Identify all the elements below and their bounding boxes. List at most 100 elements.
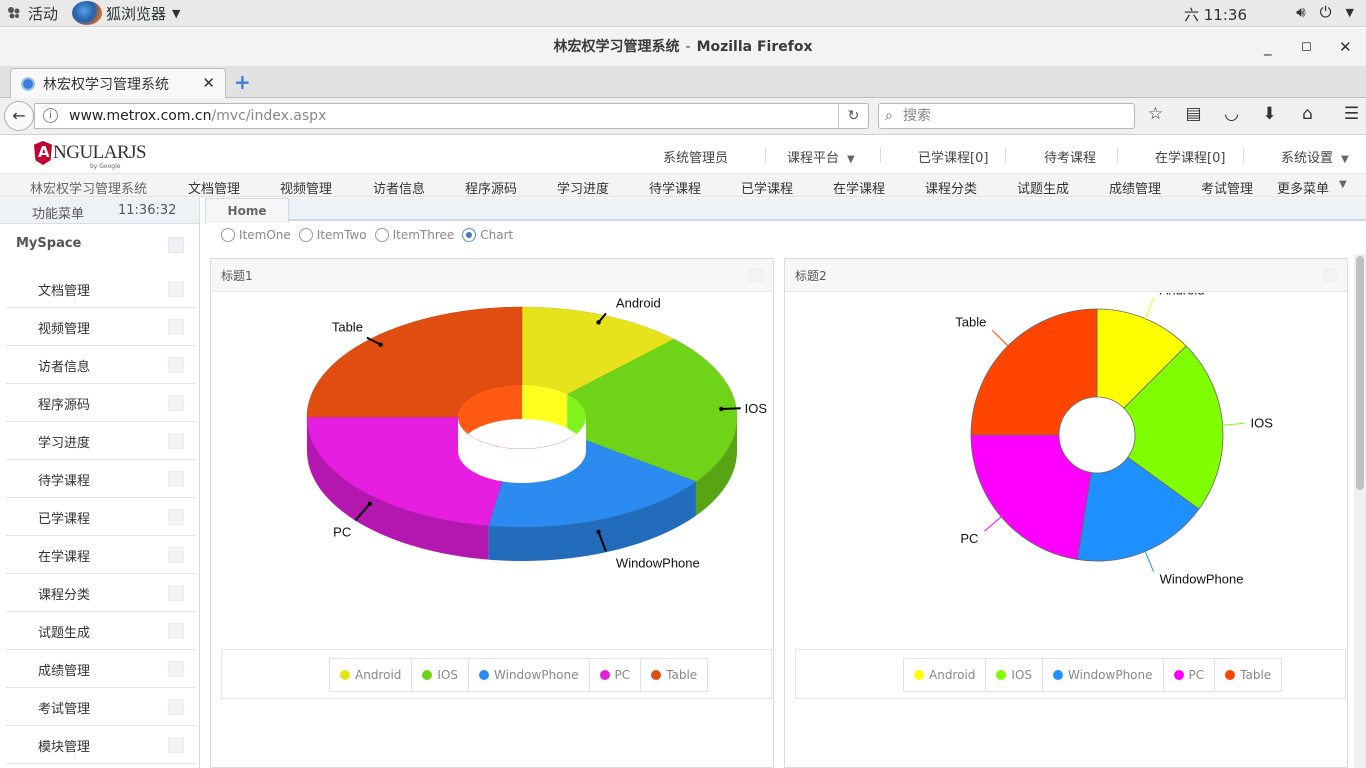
sidebar-section-title[interactable]: MySpace — [16, 236, 81, 251]
nav-menu-learned[interactable]: 已学课程 — [741, 178, 793, 197]
nav-menu-categories[interactable]: 课程分类 — [925, 178, 977, 197]
radio-itemthree[interactable]: ItemThree — [374, 228, 454, 242]
main-content: Home ItemOne ItemTwo ItemThree Chart 标题1… — [205, 198, 1366, 768]
nav-menu-exams[interactable]: 考试管理 — [1201, 178, 1253, 197]
item-icon — [168, 699, 184, 715]
search-icon: ⌕ — [885, 108, 893, 124]
home-icon[interactable]: ⌂ — [1298, 104, 1317, 124]
chevron-down-icon[interactable]: ▼ — [1346, 3, 1354, 21]
top-menu-pending-exam[interactable]: 待考课程 — [1044, 147, 1096, 166]
sidebar-item[interactable]: 文档管理 — [6, 270, 196, 308]
sidebar-item[interactable]: 模块管理 — [6, 726, 196, 764]
reload-icon[interactable]: ↻ — [838, 104, 868, 128]
top-menu-course-platform[interactable]: 课程平台 ▼ — [787, 147, 855, 166]
sidebar-item[interactable]: 课程分类 — [6, 574, 196, 612]
slice-label: PC — [333, 524, 351, 539]
nav-menu-quiz[interactable]: 试题生成 — [1017, 178, 1069, 197]
slice-pc[interactable] — [970, 434, 1092, 560]
sidebar-item[interactable]: 视频管理 — [6, 308, 196, 346]
legend-item-ios[interactable]: IOS — [412, 659, 470, 691]
radio-button[interactable] — [221, 228, 235, 242]
nav-menu-docs[interactable]: 文档管理 — [188, 178, 240, 197]
close-icon[interactable]: ✕ — [1339, 28, 1352, 66]
nav-menu-progress[interactable]: 学习进度 — [557, 178, 609, 197]
top-menu-learned[interactable]: 已学课程[0] — [918, 147, 988, 166]
sidebar-item[interactable]: 考试管理 — [6, 688, 196, 726]
maximize-icon[interactable]: ◻ — [1301, 28, 1312, 66]
search-input[interactable]: ⌕ 搜索 — [878, 103, 1135, 129]
angular-shield-icon — [34, 141, 52, 165]
nav-menu-visitors[interactable]: 访者信息 — [373, 178, 425, 197]
nav-menu-source[interactable]: 程序源码 — [465, 178, 517, 197]
system-top-bar: 活动 狐浏览器 ▼ 六 11:36 🔊︎ ⏻ ▼ — [0, 0, 1366, 27]
minimize-icon[interactable]: _ — [1264, 28, 1272, 66]
chevron-down-icon: ▼ — [172, 6, 181, 20]
browser-tab[interactable]: 林宏权学习管理系统 ✕ — [10, 68, 226, 98]
volume-icon[interactable]: 🔊︎ — [1296, 3, 1305, 21]
radio-itemtwo[interactable]: ItemTwo — [298, 228, 367, 242]
legend-item-pc[interactable]: PC — [590, 659, 642, 691]
top-menu-admin[interactable]: 系统管理员 — [663, 147, 728, 166]
app-menu[interactable]: 狐浏览器 ▼ — [72, 1, 181, 25]
back-button[interactable]: ← — [4, 101, 34, 131]
radio-itemone[interactable]: ItemOne — [221, 228, 291, 242]
reading-list-icon[interactable]: ▤ — [1184, 104, 1203, 124]
legend-item-android[interactable]: Android — [330, 659, 413, 691]
bookmark-star-icon[interactable]: ☆ — [1146, 104, 1165, 124]
slice-label: Android — [616, 295, 661, 310]
sidebar-item[interactable]: 成绩管理 — [6, 650, 196, 688]
sidebar-item[interactable]: 学习进度 — [6, 422, 196, 460]
divider — [880, 147, 881, 163]
angularjs-logo[interactable]: NGULARJS by Google — [34, 141, 147, 170]
radio-button[interactable] — [298, 228, 313, 242]
sidebar-item[interactable]: 已学课程 — [6, 498, 196, 536]
slice-inner-android — [522, 385, 568, 429]
nav-menu-pending[interactable]: 待学课程 — [649, 178, 701, 197]
nav-menu-videos[interactable]: 视频管理 — [280, 178, 332, 197]
legend-item-ios[interactable]: IOS — [986, 659, 1044, 691]
radio-chart[interactable]: Chart — [462, 228, 513, 242]
clock[interactable]: 六 11:36 — [1184, 4, 1247, 25]
chevron-down-icon: ▼ — [847, 154, 855, 165]
radio-button-checked[interactable] — [462, 228, 477, 242]
scrollbar-thumb[interactable] — [1356, 256, 1364, 490]
close-tab-icon[interactable]: ✕ — [202, 74, 215, 92]
activities-button[interactable]: 活动 — [6, 3, 58, 24]
nav-menu-learning[interactable]: 在学课程 — [833, 178, 885, 197]
new-tab-icon[interactable]: + — [234, 70, 251, 94]
top-menu-settings[interactable]: 系统设置 ▼ — [1281, 147, 1349, 166]
top-menu-learning[interactable]: 在学课程[0] — [1155, 147, 1225, 166]
legend-item-android[interactable]: Android — [904, 659, 987, 691]
panel-tool-icon[interactable] — [749, 268, 763, 282]
legend-item-table[interactable]: Table — [641, 659, 707, 691]
legend-item-windowphone[interactable]: WindowPhone — [469, 659, 590, 691]
nav-menu-more[interactable]: 更多菜单 — [1277, 178, 1329, 197]
sidebar-item[interactable]: 访者信息 — [6, 346, 196, 384]
panel-title: 标题2 — [795, 269, 827, 283]
sidebar-item-label: 文档管理 — [38, 284, 91, 299]
info-icon[interactable]: i — [43, 108, 58, 123]
hamburger-menu-icon[interactable]: ☰ — [1342, 104, 1361, 124]
sidebar-item-label: 课程分类 — [38, 588, 91, 603]
slice-table[interactable] — [970, 308, 1098, 436]
pocket-icon[interactable]: ◡ — [1222, 104, 1241, 124]
panel-tool-icon[interactable] — [1323, 268, 1337, 282]
power-icon[interactable]: ⏻ — [1320, 3, 1332, 21]
url-bar[interactable]: i www.metrox.com.cn/mvc/index.aspx ↻ — [34, 103, 869, 129]
chevron-down-icon[interactable]: ▼ — [1339, 179, 1347, 190]
label-leader — [1144, 551, 1155, 572]
sidebar-item[interactable]: 程序源码 — [6, 384, 196, 422]
sidebar-item[interactable]: 在学课程 — [6, 536, 196, 574]
logo-subtext: by Google — [90, 163, 121, 170]
sidebar-item[interactable]: 试题生成 — [6, 612, 196, 650]
nav-menu-grades[interactable]: 成绩管理 — [1109, 178, 1161, 197]
legend-frame: Android IOS WindowPhone PC Table — [221, 649, 772, 699]
legend-item-windowphone[interactable]: WindowPhone — [1043, 659, 1164, 691]
legend-item-table[interactable]: Table — [1215, 659, 1281, 691]
sidebar-item[interactable]: 待学课程 — [6, 460, 196, 498]
download-icon[interactable]: ⬇ — [1260, 104, 1279, 124]
scrollbar[interactable] — [1354, 254, 1366, 768]
tab-home[interactable]: Home — [205, 198, 289, 223]
radio-button[interactable] — [374, 228, 389, 242]
legend-item-pc[interactable]: PC — [1164, 659, 1216, 691]
